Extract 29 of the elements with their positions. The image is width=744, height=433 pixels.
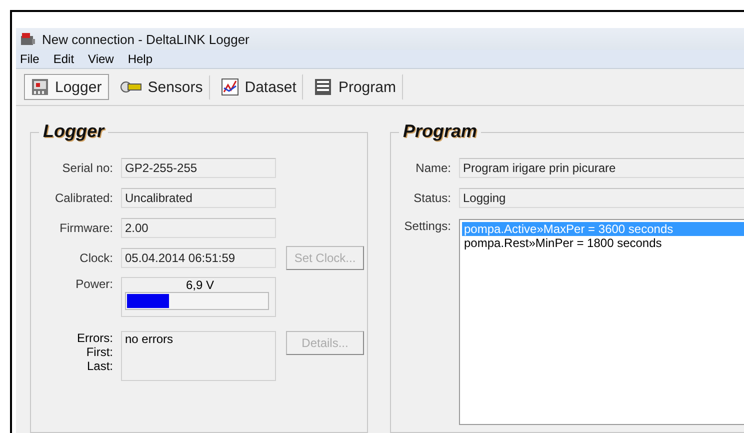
field-label: Clock: xyxy=(78,251,114,265)
field-label: Serial no: xyxy=(61,161,114,175)
field-label: Settings: xyxy=(403,219,452,233)
sensor-icon xyxy=(120,81,142,93)
field-label: Status: xyxy=(412,191,452,205)
toolbar-tab[interactable]: Logger xyxy=(24,74,109,100)
menu-item[interactable]: Edit xyxy=(53,52,74,66)
field-label: Calibrated: xyxy=(54,191,114,205)
menu-item[interactable]: View xyxy=(88,52,114,66)
window-title: New connection - DeltaLINK Logger xyxy=(42,32,250,46)
field-label: Firmware: xyxy=(58,221,114,235)
field-label: Errors: xyxy=(77,331,113,345)
logger-icon xyxy=(31,78,49,96)
field-label: First: xyxy=(86,345,113,359)
program-icon xyxy=(314,78,332,96)
app-icon xyxy=(20,32,36,46)
toolbar-tab[interactable]: Program xyxy=(307,74,403,100)
toolbar-tab[interactable]: Dataset xyxy=(214,74,304,100)
field-label: Last: xyxy=(86,359,113,373)
field-label: Name: xyxy=(414,161,452,175)
errors-field: no errors xyxy=(121,331,276,381)
settings-list[interactable]: pompa.Active»MaxPer = 3600 seconds pompa.Rest»MinPer = 1800 seconds xyxy=(459,219,744,425)
menu-item[interactable]: Help xyxy=(128,52,153,66)
power-reading: 6,9 V xyxy=(186,278,214,292)
menu-item[interactable]: File xyxy=(20,52,40,66)
field-label: Power: xyxy=(74,277,114,293)
toolbar-tab[interactable]: Sensors xyxy=(112,74,210,100)
chart-icon xyxy=(220,78,239,96)
list-item[interactable]: pompa.Rest»MinPer = 1800 seconds xyxy=(462,236,744,250)
